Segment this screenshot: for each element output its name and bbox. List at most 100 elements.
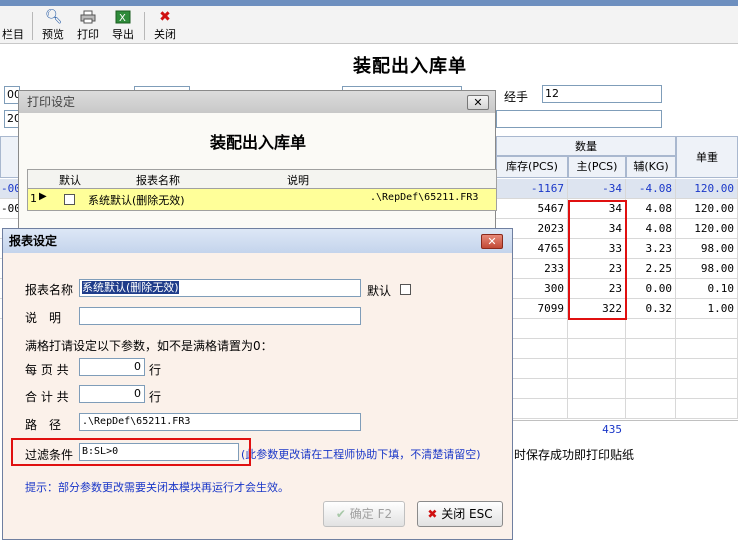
aux-qty-cell[interactable]: -4.08: [626, 179, 676, 199]
printer-icon: [80, 10, 96, 24]
report-settings-dialog: 报表设定 ✕ 报表名称 系统默认(删除无效) 默认 说 明 满格打请设定以下参数…: [2, 228, 513, 540]
report-name-label: 报表名称: [25, 283, 74, 297]
preview-button[interactable]: 🔍︎ 预览: [38, 10, 68, 42]
row-lead-cell: -00: [0, 179, 21, 199]
description-label: 说 明: [25, 311, 62, 325]
magnifier-icon: 🔍︎: [45, 9, 63, 25]
empty-cell[interactable]: [676, 319, 738, 339]
report-list-row[interactable]: 1 ▶ 系统默认(删除无效) .\RepDef\65211.FR3: [27, 189, 497, 211]
per-page-input[interactable]: 0: [79, 358, 145, 376]
filter-note: (此参数更改请在工程师协助下填，不清楚请留空): [241, 448, 481, 461]
total-input[interactable]: 0: [79, 385, 145, 403]
row-report-path: .\RepDef\65211.FR3: [370, 192, 479, 203]
toolbar-separator: [144, 12, 145, 40]
col-description: 说明: [287, 174, 309, 187]
print-button[interactable]: 打印: [73, 10, 103, 42]
close-x-icon: ✖: [427, 507, 438, 521]
row-pointer-icon: ▶: [39, 191, 47, 202]
report-settings-title: 报表设定: [9, 234, 58, 248]
stock-column-header[interactable]: 库存(PCS): [496, 156, 568, 178]
empty-cell[interactable]: [676, 359, 738, 379]
aux-qty-column-header[interactable]: 辅(KG): [626, 156, 676, 178]
unit-weight-cell[interactable]: 0.10: [676, 279, 738, 299]
empty-cell[interactable]: [676, 339, 738, 359]
print-window-close-icon[interactable]: ✕: [467, 95, 489, 110]
row-default-checkbox[interactable]: [64, 194, 75, 205]
col-report-name: 报表名称: [136, 174, 180, 187]
stock-cell[interactable]: -1167: [496, 179, 568, 199]
svg-text:X: X: [119, 13, 126, 24]
check-icon: ✔: [335, 507, 346, 521]
export-button[interactable]: X 导出: [108, 10, 138, 42]
ok-button[interactable]: ✔ 确定 F2: [323, 501, 405, 527]
empty-cell[interactable]: [676, 399, 738, 419]
path-input[interactable]: .\RepDef\65211.FR3: [79, 413, 361, 431]
report-list-header: 默认 报表名称 说明: [27, 169, 497, 189]
full-page-hint: 满格打请设定以下参数，如不是满格请置为0：: [25, 339, 273, 353]
aux-qty-cell[interactable]: 4.08: [626, 219, 676, 239]
default-label: 默认: [367, 284, 392, 298]
close-button[interactable]: ✖ 关闭: [150, 10, 180, 42]
stock-cell[interactable]: 5467: [496, 199, 568, 219]
empty-cell[interactable]: [626, 399, 676, 419]
remark-field[interactable]: [496, 110, 662, 128]
qty-group-header: 数量: [496, 136, 676, 156]
highlight-box-filter: [11, 438, 251, 466]
path-label: 路 径: [25, 418, 62, 432]
close-dialog-button[interactable]: ✖ 关闭 ESC: [417, 501, 503, 527]
aux-qty-cell[interactable]: 0.00: [626, 279, 676, 299]
columns-icon: [5, 10, 21, 24]
per-page-label: 每 页 共: [25, 363, 69, 377]
unit-weight-column-header[interactable]: 单重: [676, 136, 738, 178]
row-lead-cell: -00: [0, 199, 21, 219]
default-checkbox[interactable]: [400, 284, 411, 295]
empty-cell[interactable]: [626, 379, 676, 399]
footer-note: 时保存成功即打印贴纸: [514, 448, 635, 462]
print-window-heading: 装配出入库单: [209, 133, 306, 152]
toolbar-separator: [32, 12, 33, 40]
columns-button[interactable]: 栏目: [0, 10, 26, 42]
total-main-qty: 435: [602, 423, 622, 436]
unit-weight-cell[interactable]: 120.00: [676, 179, 738, 199]
grid-total-row: 435: [496, 420, 738, 438]
col-default: 默认: [59, 174, 81, 187]
empty-cell[interactable]: [626, 319, 676, 339]
highlight-box-main-qty: [568, 200, 627, 320]
unit-weight-cell[interactable]: 1.00: [676, 299, 738, 319]
toolbar: 栏目 🔍︎ 预览 打印 X 导出 ✖ 关闭: [0, 6, 738, 44]
report-settings-titlebar: 报表设定: [3, 229, 512, 253]
handler-field[interactable]: 12: [542, 85, 662, 103]
report-name-input[interactable]: 系统默认(删除无效): [79, 279, 361, 297]
unit-weight-cell[interactable]: 120.00: [676, 219, 738, 239]
empty-cell[interactable]: [568, 359, 626, 379]
aux-qty-cell[interactable]: 2.25: [626, 259, 676, 279]
total-label: 合 计 共: [25, 390, 69, 404]
report-dialog-close-icon[interactable]: ✕: [481, 234, 503, 249]
unit-weight-cell[interactable]: 98.00: [676, 259, 738, 279]
main-qty-column-header[interactable]: 主(PCS): [568, 156, 626, 178]
description-input[interactable]: [79, 307, 361, 325]
empty-cell[interactable]: [676, 379, 738, 399]
aux-qty-cell[interactable]: 4.08: [626, 199, 676, 219]
row-index: 1: [30, 192, 37, 205]
print-settings-title: 打印设定: [27, 95, 76, 109]
unit-weight-cell[interactable]: 120.00: [676, 199, 738, 219]
empty-cell[interactable]: [568, 339, 626, 359]
per-page-unit: 行: [149, 363, 162, 377]
empty-cell[interactable]: [626, 359, 676, 379]
row-report-name: 系统默认(删除无效): [88, 194, 185, 207]
total-unit: 行: [149, 390, 162, 404]
empty-cell[interactable]: [568, 399, 626, 419]
empty-cell[interactable]: [568, 319, 626, 339]
handler-label: 经手: [504, 90, 529, 104]
page-title: 装配出入库单: [353, 56, 467, 77]
print-settings-titlebar: 打印设定: [19, 91, 495, 113]
empty-cell[interactable]: [626, 339, 676, 359]
aux-qty-cell[interactable]: 3.23: [626, 239, 676, 259]
empty-cell[interactable]: [568, 379, 626, 399]
restart-tip: 提示：部分参数更改需要关闭本模块再运行才会生效。: [25, 481, 289, 494]
excel-icon: X: [115, 10, 131, 24]
unit-weight-cell[interactable]: 98.00: [676, 239, 738, 259]
aux-qty-cell[interactable]: 0.32: [626, 299, 676, 319]
main-qty-cell[interactable]: -34: [568, 179, 626, 199]
